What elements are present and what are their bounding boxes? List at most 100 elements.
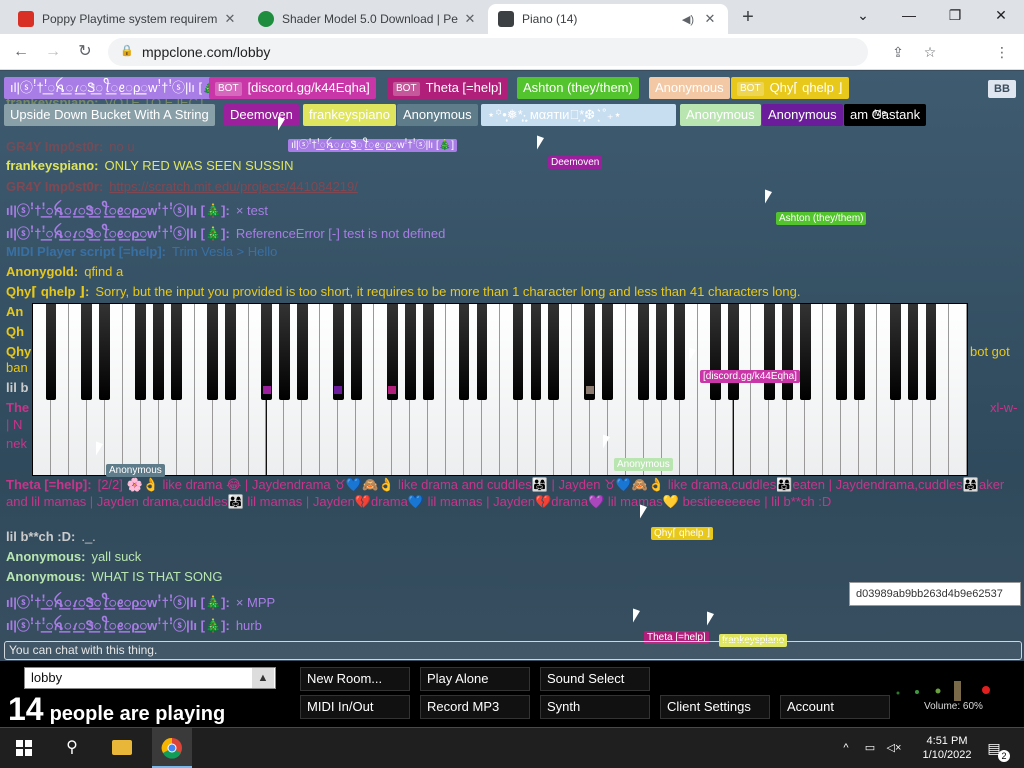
windows-start-icon[interactable] <box>12 736 36 760</box>
black-key[interactable] <box>674 304 685 400</box>
chat-link[interactable]: https://scratch.mit.edu/projects/4410842… <box>109 179 358 194</box>
black-key[interactable] <box>476 304 488 400</box>
black-key[interactable] <box>925 304 937 400</box>
client-settings-button[interactable]: Client Settings <box>660 695 770 719</box>
chat-author: MIDI Player script [=help]: <box>6 244 167 259</box>
black-key[interactable] <box>512 304 524 400</box>
people-count: 14 people are playing <box>8 691 225 727</box>
volume-slider-handle[interactable] <box>954 681 961 701</box>
black-key[interactable] <box>422 304 434 400</box>
chat-author: Qhy⌈ qhelp ⌋: <box>6 284 90 299</box>
close-window-button[interactable]: ✕ <box>978 0 1024 30</box>
black-key[interactable] <box>81 304 93 400</box>
volume-muted-icon[interactable]: ◁× <box>884 728 904 768</box>
file-explorer-icon[interactable] <box>110 736 134 760</box>
share-icon[interactable]: ⇪ <box>886 40 910 64</box>
user-tag[interactable]: Anonymous <box>680 104 761 126</box>
tab-poppy-playtime[interactable]: Poppy Playtime system requirem ✕ <box>8 4 248 34</box>
minimize-button[interactable]: — <box>886 0 932 30</box>
black-key[interactable] <box>799 304 811 400</box>
new-tab-button[interactable]: + <box>737 6 759 28</box>
new-room-button[interactable]: New Room... <box>300 667 410 691</box>
black-key[interactable] <box>207 304 218 400</box>
black-key[interactable] <box>638 304 650 400</box>
youtube-icon <box>18 11 34 27</box>
black-key[interactable] <box>710 304 721 400</box>
user-tag[interactable]: ıl|ⓢꜝ†ꜝ꯭ꫝ꯭ꪹ꯭Ꮥ꯭ꪻ꯭ꫀ꯭ρ꯭꯭ᴡꜝ†ꜝⓢ|lı [🎄] <box>4 77 228 99</box>
piano-keyboard[interactable] <box>32 303 968 476</box>
piano-icon <box>498 11 514 27</box>
black-key[interactable] <box>99 304 111 400</box>
midi-button[interactable]: MIDI In/Out <box>300 695 410 719</box>
user-tag[interactable]: Anonymous <box>397 104 478 126</box>
volume-dot <box>896 691 900 695</box>
white-key[interactable] <box>949 304 967 475</box>
menu-icon[interactable]: ⋮ <box>990 40 1014 64</box>
volume-knob[interactable] <box>892 681 1002 701</box>
play-alone-button[interactable]: Play Alone <box>420 667 530 691</box>
black-key[interactable] <box>297 304 308 400</box>
chat-text: Sorry, but the input you provided is too… <box>95 284 801 299</box>
user-tag[interactable]: BOT Qhy⌈ qhelp ⌋ <box>731 77 849 99</box>
user-tag[interactable]: BOT [discord.gg/k44Eqha] <box>209 77 376 99</box>
user-tag[interactable]: ⋆꙳•̩̩͙❅*̩̩͙‧͙ мαятιи‧͙*̩̩͙❆ ͙͛ ˚₊⋆ <box>481 104 676 126</box>
clock[interactable]: 4:51 PM 1/10/2022 <box>912 728 982 768</box>
tray-overflow-icon[interactable]: ^ <box>838 728 854 768</box>
chat-input[interactable]: You can chat with this thing. <box>4 641 1022 660</box>
black-key[interactable] <box>907 304 919 400</box>
black-key[interactable] <box>171 304 183 400</box>
user-tag[interactable]: Upside Down Bucket With A String <box>4 104 215 126</box>
chrome-taskbar-icon[interactable] <box>152 728 192 768</box>
user-tag[interactable]: Anonymous <box>649 77 730 99</box>
black-key[interactable] <box>404 304 416 400</box>
notification-icon[interactable]: ▤ <box>982 728 1006 768</box>
black-key[interactable] <box>602 304 614 400</box>
user-tag[interactable]: Anonymous <box>762 104 843 126</box>
restore-button[interactable]: ❐ <box>932 0 978 30</box>
black-key[interactable] <box>279 304 290 400</box>
chat-author: GR4Y Imp0st0r: <box>6 179 104 194</box>
network-icon[interactable]: ▭ <box>860 728 880 768</box>
black-key[interactable] <box>350 304 362 400</box>
black-key[interactable] <box>781 304 793 400</box>
user-tag[interactable]: Ashton (they/them) <box>517 77 639 99</box>
black-key[interactable] <box>835 304 847 400</box>
room-dropdown-arrow-icon[interactable]: ▲ <box>252 668 274 688</box>
record-mp3-button[interactable]: Record MP3 <box>420 695 530 719</box>
forward-button[interactable]: → <box>40 40 66 64</box>
black-key[interactable] <box>656 304 668 400</box>
bb-button[interactable]: BB <box>988 80 1016 98</box>
back-button[interactable]: ← <box>8 40 34 64</box>
key-press-marker <box>388 386 397 394</box>
address-bar[interactable]: 🔒 mppclone.com/lobby <box>108 38 868 66</box>
black-key[interactable] <box>764 304 775 400</box>
black-key[interactable] <box>153 304 165 400</box>
black-key[interactable] <box>225 304 236 400</box>
room-select[interactable]: lobby <box>24 667 276 689</box>
user-tag[interactable]: BOT Theta [=help] <box>387 77 508 99</box>
black-key[interactable] <box>728 304 739 400</box>
tab-piano[interactable]: Piano (14) ◀) ✕ <box>488 4 728 34</box>
user-tag[interactable]: frankeyspiano <box>303 104 396 126</box>
close-icon[interactable]: ✕ <box>462 11 478 27</box>
black-key[interactable] <box>548 304 560 400</box>
close-icon[interactable]: ✕ <box>222 11 238 27</box>
account-button[interactable]: Account <box>780 695 890 719</box>
black-key[interactable] <box>889 304 901 400</box>
speaker-icon[interactable]: ◀) <box>682 13 694 26</box>
close-icon[interactable]: ✕ <box>702 11 718 27</box>
bookmark-star-icon[interactable]: ☆ <box>918 40 942 64</box>
tab-shader-model[interactable]: Shader Model 5.0 Download | Pe ✕ <box>248 4 488 34</box>
black-key[interactable] <box>853 304 865 400</box>
synth-button[interactable]: Synth <box>540 695 650 719</box>
chat-fragment: | N <box>6 417 23 432</box>
black-key[interactable] <box>135 304 147 400</box>
sound-select-button[interactable]: Sound Select <box>540 667 650 691</box>
reload-button[interactable]: ↻ <box>72 40 98 64</box>
black-key[interactable] <box>458 304 470 400</box>
tab-search-button[interactable]: ⌄ <box>840 0 886 30</box>
volume-dot <box>915 690 919 694</box>
black-key[interactable] <box>45 304 57 400</box>
search-icon[interactable]: ⚲ <box>60 736 84 760</box>
black-key[interactable] <box>530 304 542 400</box>
